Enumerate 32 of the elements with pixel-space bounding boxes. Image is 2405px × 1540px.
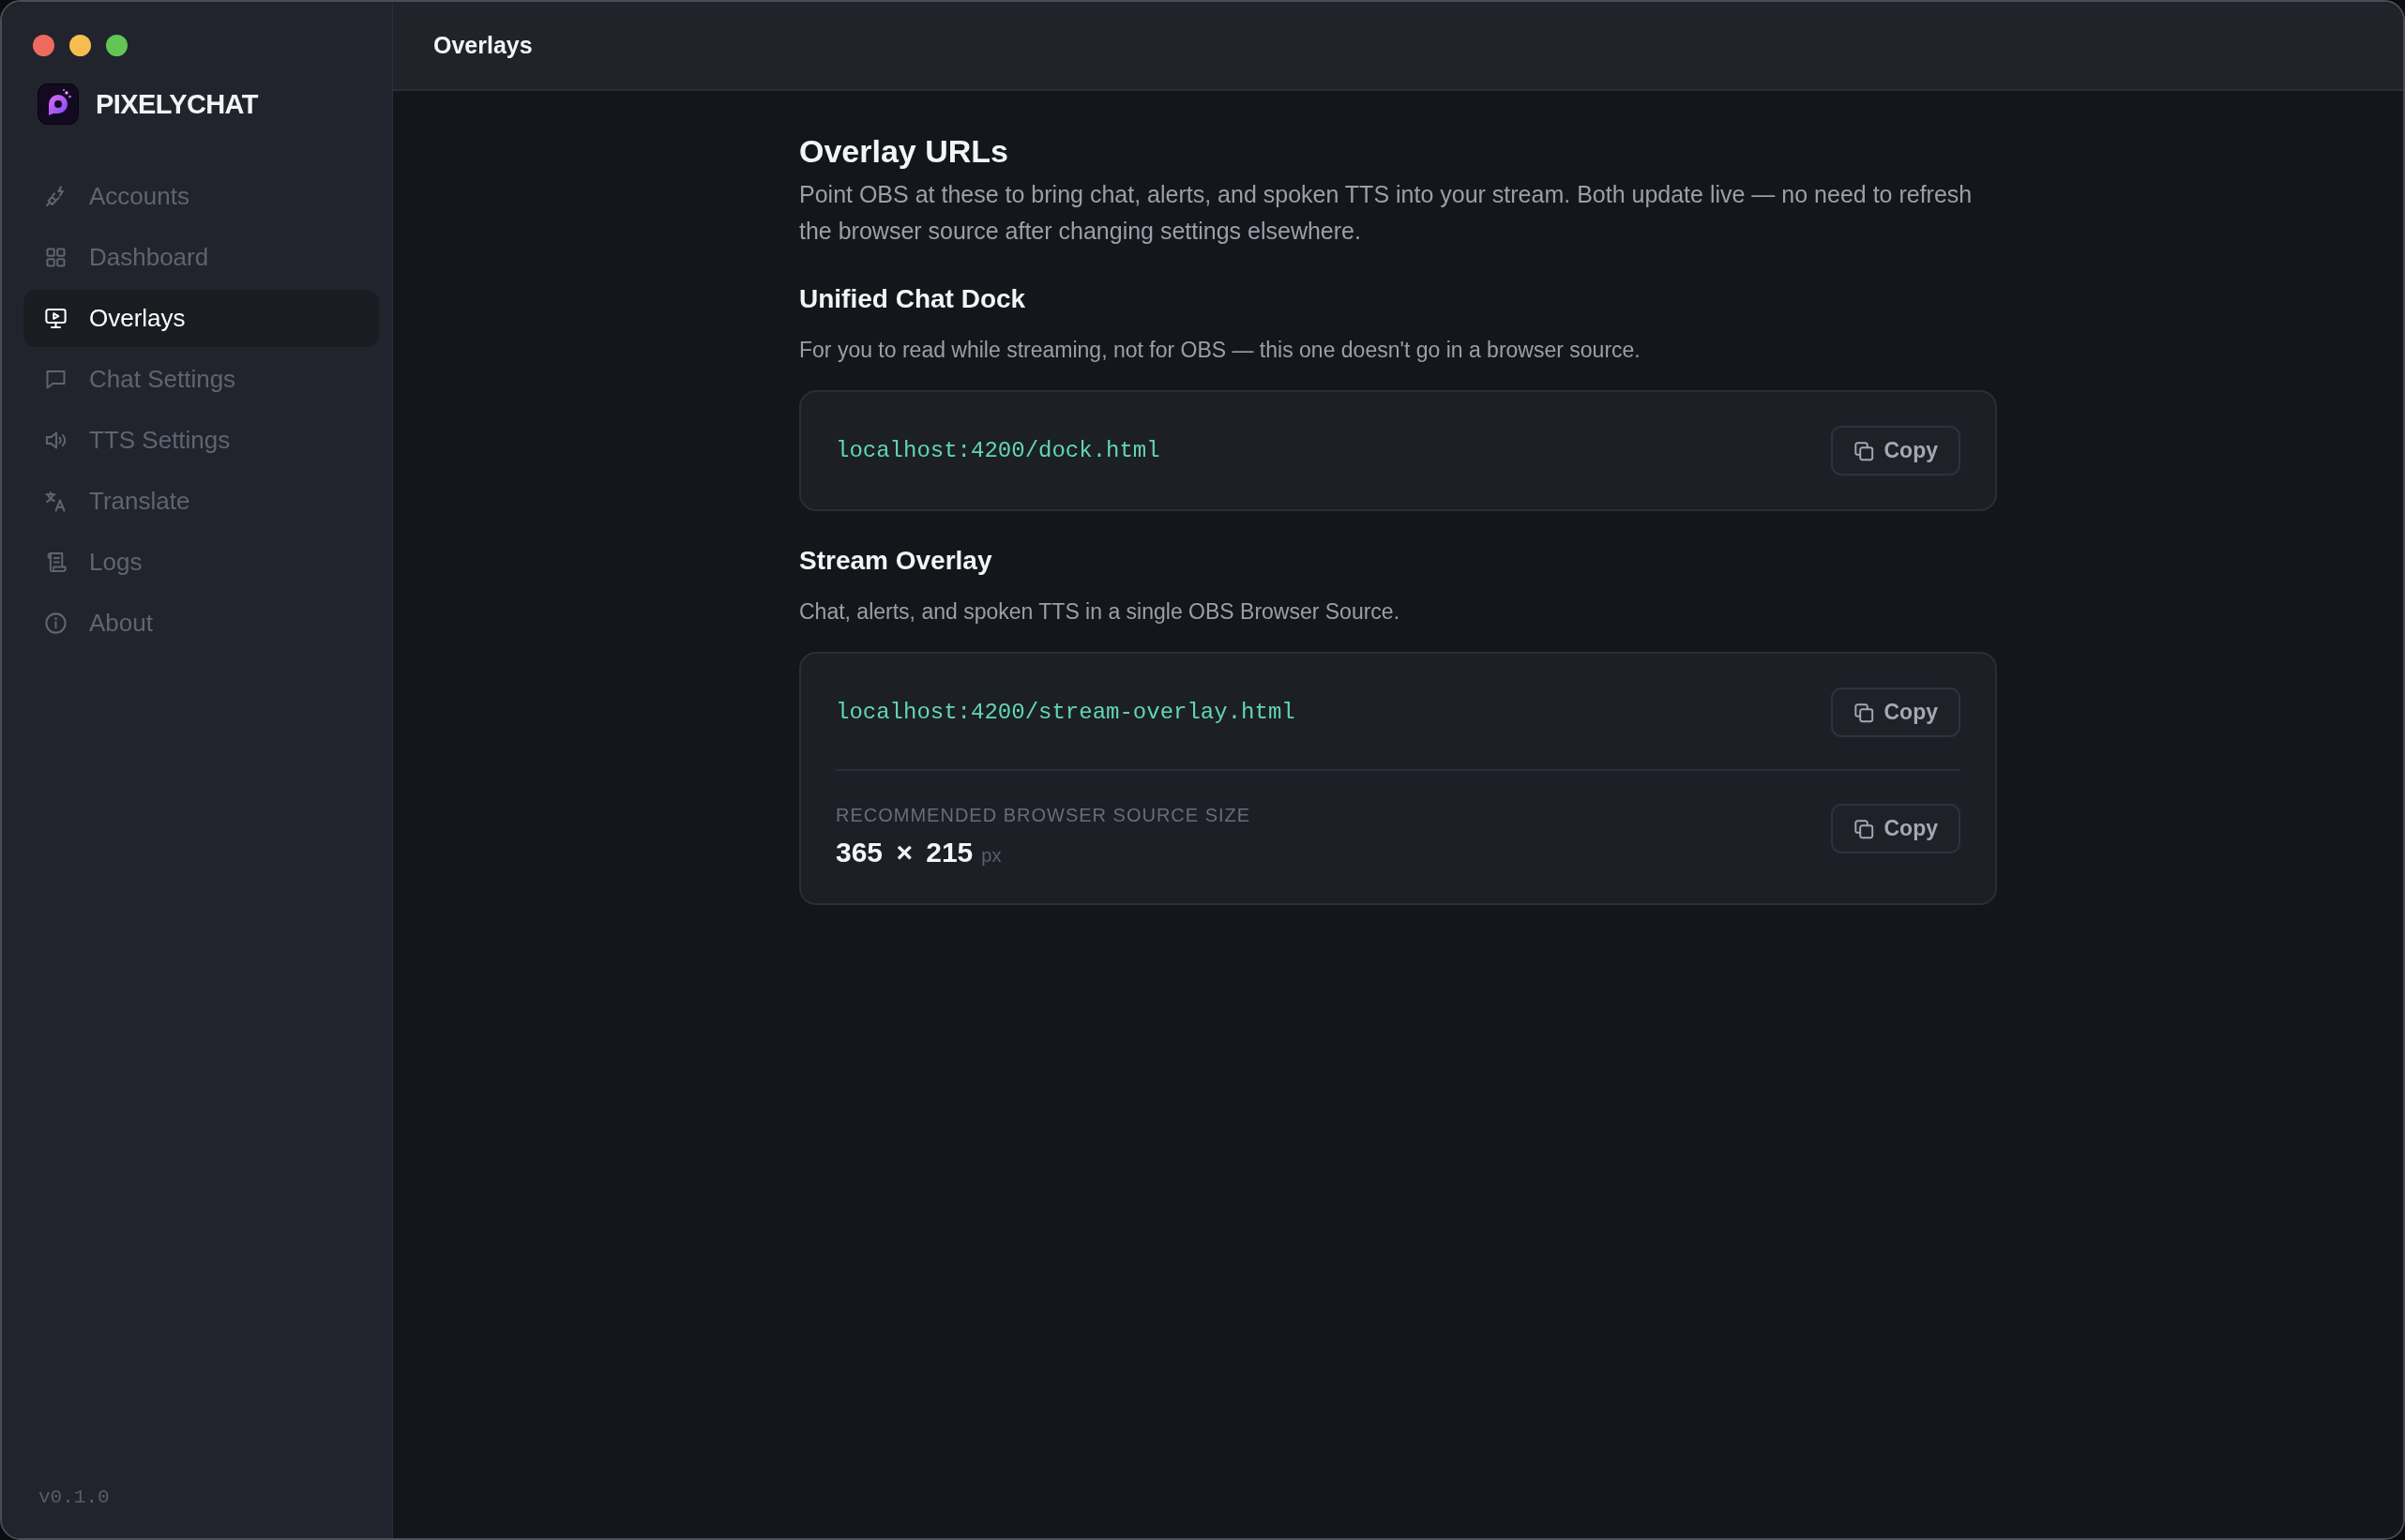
copy-button[interactable]: Copy: [1830, 804, 1960, 853]
close-button[interactable]: [33, 35, 54, 56]
grid-icon: [43, 245, 68, 270]
monitor-play-icon: [43, 306, 68, 331]
nav-item[interactable]: TTS Settings: [23, 412, 379, 469]
nav-item[interactable]: Overlays: [23, 290, 379, 347]
overlay-url: localhost:4200/dock.html: [836, 438, 1160, 463]
copy-button[interactable]: Copy: [1830, 426, 1960, 476]
section-title: Unified Chat Dock: [799, 283, 1027, 315]
section-description: For you to read while streaming, not for OBS — this one doesn't go in a browser source.: [799, 337, 1641, 364]
nav-item[interactable]: Accounts: [23, 168, 379, 225]
page-header-title: Overlays: [433, 32, 533, 59]
size-value: 365 × 215: [836, 836, 974, 869]
section-title: Stream Overlay: [799, 545, 993, 577]
nav-item[interactable]: Dashboard: [23, 229, 379, 286]
app-name: PIXELYCHAT: [96, 88, 258, 120]
logo-icon: [38, 83, 79, 125]
page-description: Point OBS at these to bring chat, alerts, and spoken TTS into your stream. Both update live — no need to refresh the browser source after changing settings elsewhere.: [799, 180, 1974, 246]
page-title: Overlay URLs: [799, 132, 1009, 170]
section-description: Chat, alerts, and spoken TTS in a single OBS Browser Source.: [799, 598, 1401, 626]
nav-item[interactable]: Logs: [23, 534, 379, 591]
version-label: v0.1.0: [38, 1487, 111, 1510]
overlay-url: localhost:4200/stream-overlay.html: [836, 700, 1295, 725]
nav-item[interactable]: About: [23, 595, 379, 652]
copy-button[interactable]: Copy: [1830, 687, 1960, 737]
info-icon: [43, 611, 68, 636]
zoom-button[interactable]: [106, 35, 128, 56]
nav-item[interactable]: Translate: [23, 473, 379, 530]
unit-label: px: [981, 845, 1002, 867]
field-label: RECOMMENDED BROWSER SOURCE SIZE: [836, 804, 1251, 826]
minimize-button[interactable]: [69, 35, 91, 56]
nav-item[interactable]: Chat Settings: [23, 351, 379, 408]
